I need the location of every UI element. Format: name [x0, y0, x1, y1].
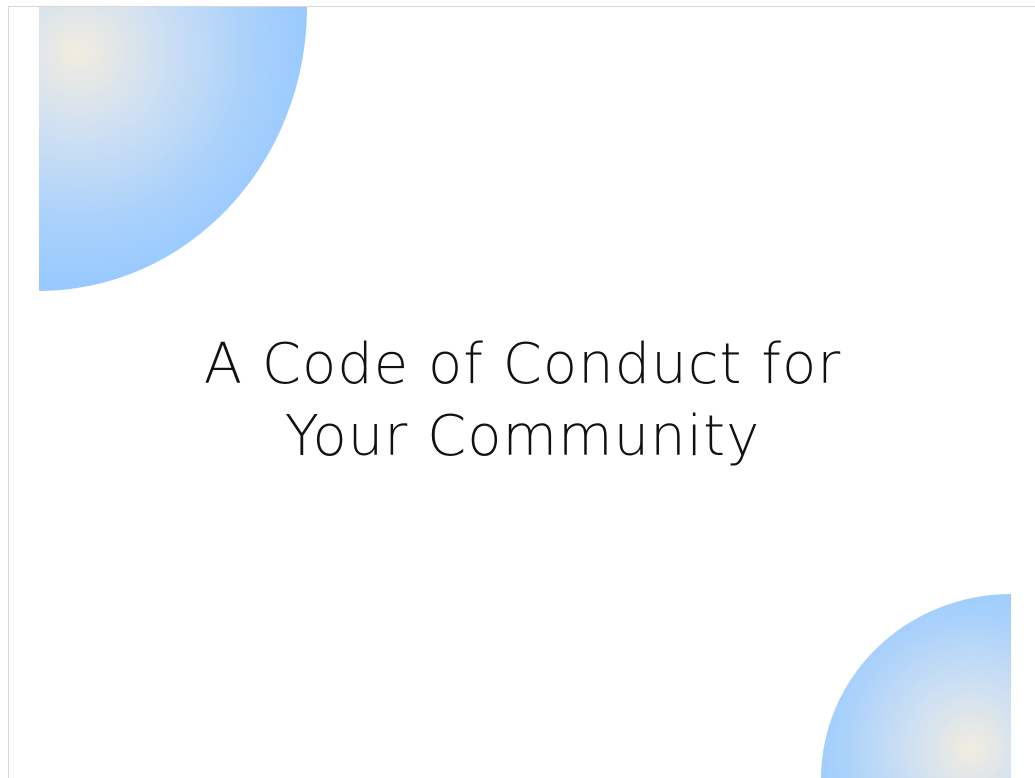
slide-title-line-2: Your Community — [284, 404, 761, 469]
bottom-right-circle-decoration — [821, 594, 1011, 778]
top-left-circle-decoration — [39, 7, 307, 291]
slide-title-line-1: A Code of Conduct for — [203, 332, 842, 397]
presentation-slide: A Code of Conduct for Your Community — [8, 6, 1035, 778]
slide-title: A Code of Conduct for Your Community — [9, 329, 1035, 473]
